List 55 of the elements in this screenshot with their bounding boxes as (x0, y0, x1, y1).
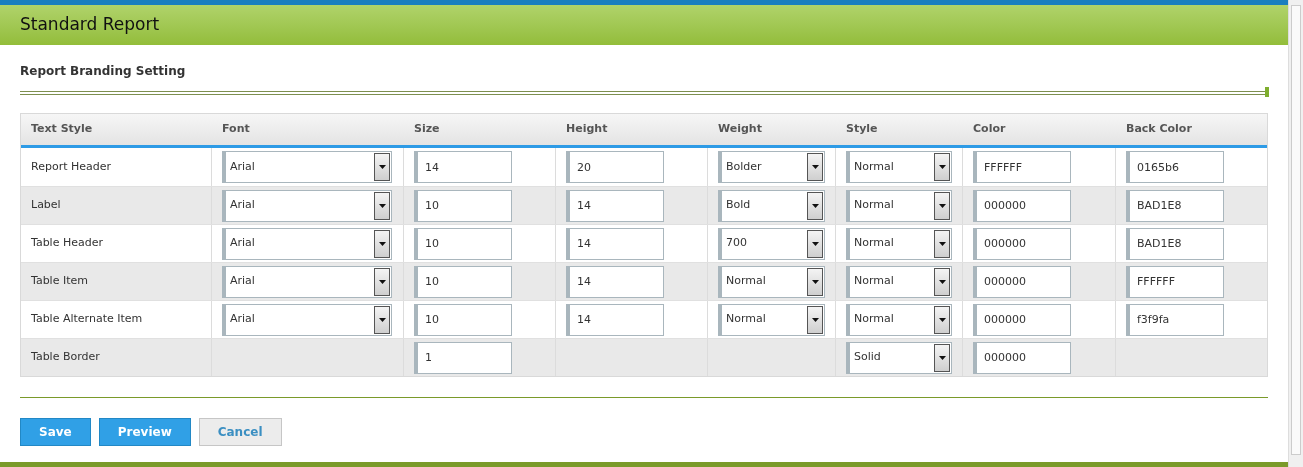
row-label: Table Border (31, 349, 100, 366)
input-field[interactable]: FFFFFF (973, 151, 1071, 183)
column-header: Weight (718, 121, 762, 138)
row-label: Table Alternate Item (31, 311, 143, 328)
input-field[interactable]: 14 (414, 151, 512, 183)
dropdown[interactable]: Solid (846, 341, 952, 374)
dropdown[interactable]: Arial (222, 227, 392, 260)
input-field[interactable]: FFFFFF (1126, 265, 1224, 298)
row-label: Report Header (31, 158, 111, 175)
dropdown[interactable]: Normal (718, 265, 825, 298)
dropdown[interactable]: Bold (718, 189, 825, 222)
input-field[interactable]: 000000 (973, 303, 1071, 336)
column-header: Style (846, 121, 878, 138)
dropdown[interactable]: Normal (846, 303, 952, 336)
column-header: Back Color (1126, 121, 1192, 138)
dropdown[interactable]: Normal (846, 265, 952, 298)
dropdown[interactable]: Arial (222, 265, 392, 298)
input-field[interactable]: 1 (414, 341, 512, 374)
dropdown[interactable]: Normal (846, 151, 952, 183)
input-field[interactable]: 10 (414, 265, 512, 298)
dropdown[interactable]: Arial (222, 189, 392, 222)
input-field[interactable]: f3f9fa (1126, 303, 1224, 336)
input-field[interactable]: 10 (414, 189, 512, 222)
dropdown[interactable]: Normal (718, 303, 825, 336)
input-field[interactable]: 10 (414, 227, 512, 260)
scrollbar[interactable] (1288, 0, 1303, 467)
input-field[interactable]: 14 (566, 303, 664, 336)
page-title: Standard Report (20, 13, 160, 37)
input-field[interactable]: 14 (566, 265, 664, 298)
dropdown[interactable]: Bolder (718, 151, 825, 183)
column-header: Size (414, 121, 440, 138)
dropdown[interactable]: Arial (222, 303, 392, 336)
section-title: Report Branding Setting (20, 63, 186, 80)
input-field[interactable]: 000000 (973, 189, 1071, 222)
input-field[interactable]: 000000 (973, 341, 1071, 374)
input-field[interactable]: BAD1E8 (1126, 227, 1224, 260)
row-label: Label (31, 197, 61, 214)
input-field[interactable]: 14 (566, 227, 664, 260)
dropdown[interactable]: 700 (718, 227, 825, 260)
input-field[interactable]: BAD1E8 (1126, 189, 1224, 222)
column-header: Height (566, 121, 608, 138)
input-field[interactable]: 20 (566, 151, 664, 183)
input-field[interactable]: 000000 (973, 227, 1071, 260)
column-header: Font (222, 121, 250, 138)
input-field[interactable]: 0165b6 (1126, 151, 1224, 183)
dropdown[interactable]: Arial (222, 151, 392, 183)
column-header: Text Style (31, 121, 93, 138)
input-field[interactable]: 000000 (973, 265, 1071, 298)
input-field[interactable]: 14 (566, 189, 664, 222)
dropdown[interactable]: Normal (846, 227, 952, 260)
input-field[interactable]: 10 (414, 303, 512, 336)
column-header: Color (973, 121, 1006, 138)
row-label: Table Header (31, 235, 103, 252)
dropdown[interactable]: Normal (846, 189, 952, 222)
row-label: Table Item (31, 273, 88, 290)
